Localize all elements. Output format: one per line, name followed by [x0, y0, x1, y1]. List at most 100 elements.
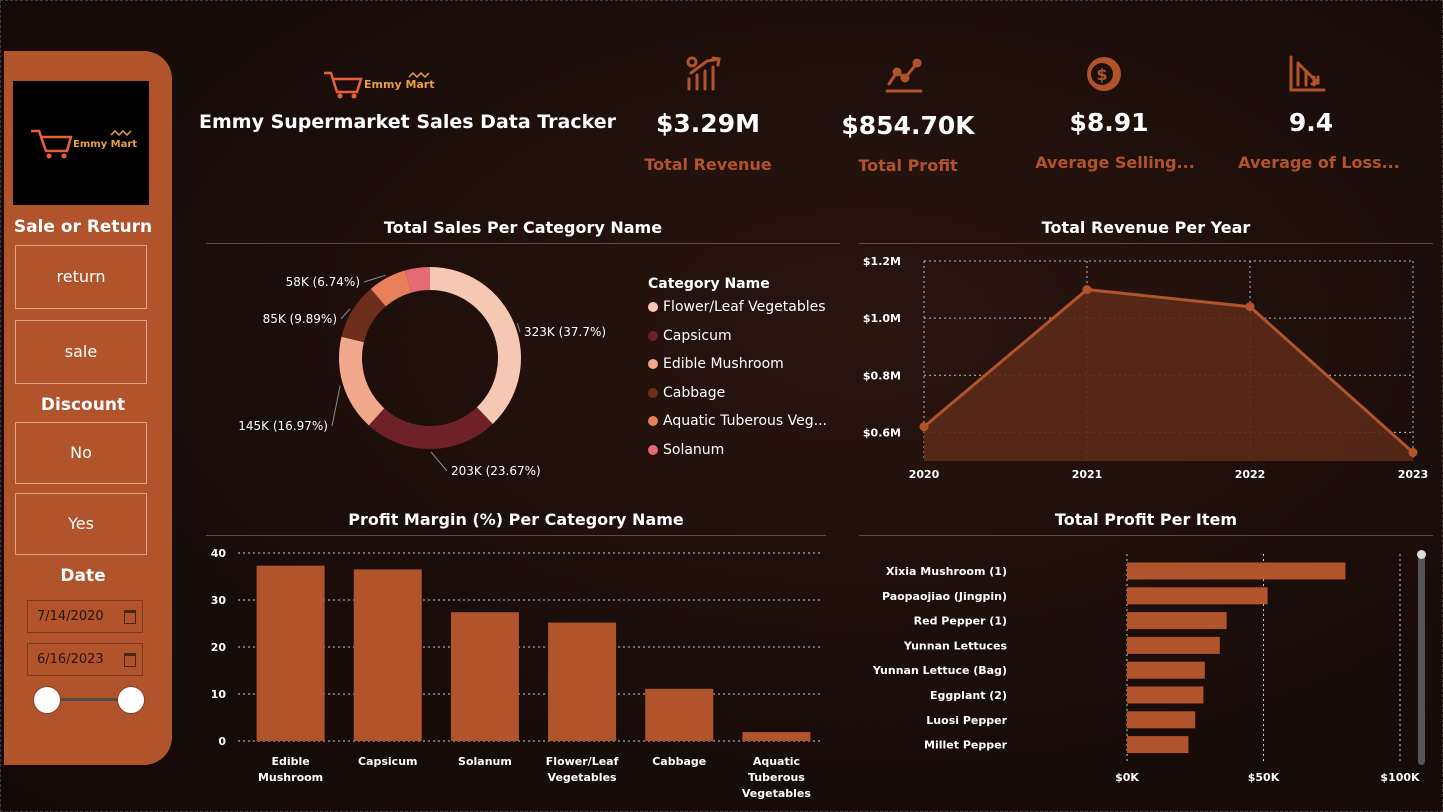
data-point	[919, 422, 929, 432]
bar	[1127, 736, 1189, 754]
slicer-return-button[interactable]: return	[15, 245, 147, 309]
revenue-chart-title: Total Revenue Per Year	[1041, 218, 1251, 237]
cart-logo-icon: Emmy Mart	[31, 129, 137, 159]
data-point	[1082, 285, 1092, 295]
donut-data-label: 323K (37.7%)	[524, 325, 606, 339]
profit-item-bar-chart: $0K $50K $100K Xixia Mushroom (1) Paopaojiao…	[872, 554, 1420, 784]
bar	[1127, 661, 1205, 679]
x-tick-label: $0K	[1115, 771, 1139, 784]
bar	[645, 688, 714, 741]
legend-label: Edible Mushroom	[663, 356, 784, 372]
x-tick-label: 2023	[1398, 468, 1429, 481]
leader-line	[331, 385, 341, 427]
loss-decline-icon	[1289, 55, 1326, 92]
x-tick-label: $100K	[1380, 771, 1420, 784]
kpi-revenue-label: Total Revenue	[644, 155, 772, 174]
discount-title: Discount	[40, 395, 126, 415]
margin-chart-title: Profit Margin (%) Per Category Name	[348, 510, 684, 529]
legend-item[interactable]: Edible Mushroom	[648, 356, 784, 372]
bar	[1127, 686, 1204, 704]
donut-data-label: 85K (9.89%)	[263, 312, 337, 326]
calendar-icon[interactable]	[124, 610, 136, 624]
data-point	[1245, 302, 1255, 312]
date-start-value: 7/14/2020	[37, 609, 104, 624]
x-tick-label: Capsicum	[358, 755, 418, 768]
legend-marker	[648, 444, 658, 455]
profit-item-chart-title: Total Profit Per Item	[1054, 510, 1238, 529]
y-tick-label: 30	[211, 594, 227, 607]
bar	[548, 622, 617, 741]
bar	[450, 612, 519, 741]
y-tick-label: 20	[211, 641, 227, 654]
y-tick-label: Xixia Mushroom (1)	[886, 565, 1007, 578]
x-tick-label: 2020	[909, 468, 940, 481]
kpi-profit-value: $854.70K	[841, 111, 975, 140]
bar	[353, 569, 422, 741]
sidebar-logo: Emmy Mart	[13, 81, 149, 205]
y-tick-label: 0	[218, 735, 226, 748]
x-tick-label: Vegetables	[548, 771, 617, 784]
dashboard: Emmy Mart Sale or Return return sale Dis…	[0, 0, 1443, 812]
revenue-area-chart: $0.6M $0.8M $1.0M $1.2M 2020 2021 2022 2023	[863, 255, 1429, 481]
donut-data-label: 58K (6.74%)	[286, 275, 360, 289]
date-slider-end-handle[interactable]	[117, 686, 145, 714]
kpi-revenue-value: $3.29M	[656, 109, 760, 138]
legend-item[interactable]: Flower/Leaf Vegetables	[648, 299, 826, 315]
date-slider-start-handle[interactable]	[33, 686, 61, 714]
legend-marker	[648, 330, 658, 341]
header-brand-text: Emmy Mart	[364, 78, 435, 91]
bar	[1127, 587, 1268, 605]
kpi-avg-loss-label: Average of Loss...	[1238, 153, 1400, 172]
date-title: Date	[60, 566, 106, 586]
legend-label: Aquatic Tuberous Veg...	[663, 413, 827, 429]
chart-scrollbar[interactable]	[1417, 550, 1426, 765]
leader-line	[340, 308, 351, 320]
margin-bar-chart: 0 10 20 30 40 Edible Mushroom Capsicum Solanum Fl…	[211, 547, 821, 800]
x-tick-label: Solanum	[458, 755, 512, 768]
date-start-input[interactable]: 7/14/2020	[27, 600, 143, 633]
divider	[206, 243, 840, 244]
x-tick-label: 2021	[1072, 468, 1103, 481]
slicer-discount-yes-button[interactable]: Yes	[15, 493, 147, 555]
x-tick-label: Cabbage	[652, 755, 706, 768]
divider	[206, 535, 826, 536]
trend-line-icon	[885, 58, 923, 93]
donut-chart: 323K (37.7%) 203K (23.67%) 145K (16.97%) 85…	[238, 267, 606, 478]
calendar-icon[interactable]	[124, 653, 136, 667]
bar	[1127, 562, 1346, 580]
y-tick-label: $1.0M	[863, 312, 901, 325]
donut-data-label: 145K (16.97%)	[238, 419, 328, 433]
y-tick-label: $0.8M	[863, 369, 901, 382]
x-tick-label: Tuberous	[748, 771, 805, 784]
y-tick-label: Red Pepper (1)	[914, 615, 1007, 628]
x-tick-label: $50K	[1248, 771, 1280, 784]
y-tick-label: 40	[211, 547, 227, 560]
x-tick-label: Vegetables	[742, 787, 811, 800]
legend-marker	[648, 359, 658, 369]
y-tick-label: Paopaojiao (Jingpin)	[882, 590, 1007, 603]
dollar-coin-icon: $	[1087, 57, 1121, 91]
brand-logo-text: Emmy Mart	[73, 139, 137, 150]
slicer-sale-button[interactable]: sale	[15, 320, 147, 384]
legend-item[interactable]: Solanum	[648, 442, 724, 458]
header-logo: Emmy Mart	[324, 71, 435, 99]
page-title: Emmy Supermarket Sales Data Tracker	[199, 111, 616, 133]
y-tick-label: Eggplant (2)	[930, 689, 1007, 702]
bar	[256, 565, 325, 741]
legend-label: Cabbage	[663, 384, 726, 401]
legend-item[interactable]: Capsicum	[648, 328, 732, 344]
y-tick-label: Yunnan Lettuces	[903, 639, 1008, 652]
y-tick-label: 10	[211, 688, 227, 701]
bar	[742, 732, 811, 741]
legend-item[interactable]: Aquatic Tuberous Veg...	[648, 413, 827, 429]
y-tick-label: $1.2M	[863, 255, 901, 268]
donut-chart-title: Total Sales Per Category Name	[383, 218, 663, 237]
x-tick-label: Mushroom	[258, 771, 323, 784]
legend-label: Flower/Leaf Vegetables	[663, 299, 826, 315]
scrollbar-thumb[interactable]	[1417, 550, 1426, 559]
kpi-avg-selling-value: $8.91	[1069, 108, 1149, 137]
legend-marker	[648, 302, 658, 312]
slicer-discount-no-button[interactable]: No	[15, 422, 147, 484]
date-end-input[interactable]: 6/16/2023	[27, 643, 143, 676]
legend-item[interactable]: Cabbage	[648, 385, 725, 401]
